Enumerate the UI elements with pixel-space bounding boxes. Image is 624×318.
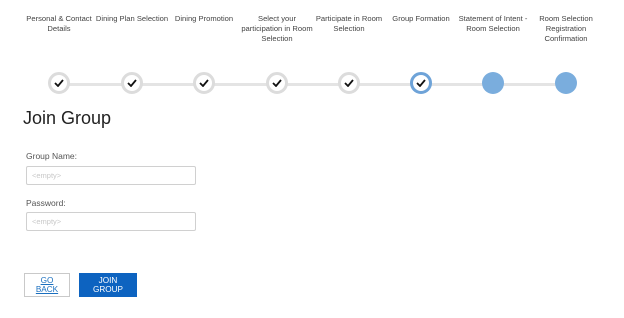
step-label-participate-room-selection: Participate in Room Selection bbox=[315, 14, 383, 33]
step-label-registration-confirmation: Room Selection Registration Confirmation bbox=[539, 14, 593, 43]
go-back-button[interactable]: GO BACK bbox=[24, 273, 70, 297]
step-5-completed[interactable] bbox=[338, 72, 360, 94]
password-input[interactable] bbox=[26, 212, 196, 231]
step-8-upcoming bbox=[555, 72, 577, 94]
join-group-button[interactable]: JOIN GROUP bbox=[79, 273, 137, 297]
step-labels: Personal & Contact Details Dining Plan S… bbox=[0, 14, 624, 54]
group-name-input[interactable] bbox=[26, 166, 196, 185]
step-label-select-participation: Select your participation in Room Select… bbox=[241, 14, 313, 43]
checkmark-icon bbox=[344, 79, 354, 87]
checkmark-icon bbox=[127, 79, 137, 87]
checkmark-icon bbox=[54, 79, 64, 87]
checkmark-icon bbox=[272, 79, 282, 87]
step-2-completed[interactable] bbox=[121, 72, 143, 94]
checkmark-icon bbox=[199, 79, 209, 87]
step-6-current[interactable] bbox=[410, 72, 432, 94]
step-label-dining-promotion: Dining Promotion bbox=[174, 14, 234, 23]
step-4-completed[interactable] bbox=[266, 72, 288, 94]
checkmark-icon bbox=[416, 79, 426, 87]
step-7-upcoming bbox=[482, 72, 504, 94]
step-1-completed[interactable] bbox=[48, 72, 70, 94]
step-label-statement-of-intent: Statement of Intent - Room Selection bbox=[458, 14, 528, 33]
step-label-dining-plan: Dining Plan Selection bbox=[95, 14, 169, 23]
progress-stepper: Personal & Contact Details Dining Plan S… bbox=[0, 0, 624, 100]
page-title: Join Group bbox=[23, 108, 112, 128]
group-name-label: Group Name: bbox=[26, 151, 78, 161]
join-group-page: Personal & Contact Details Dining Plan S… bbox=[0, 0, 624, 318]
step-3-completed[interactable] bbox=[193, 72, 215, 94]
step-label-group-formation: Group Formation bbox=[392, 14, 450, 23]
password-label: Password: bbox=[26, 198, 66, 208]
step-label-personal-contact: Personal & Contact Details bbox=[26, 14, 92, 33]
